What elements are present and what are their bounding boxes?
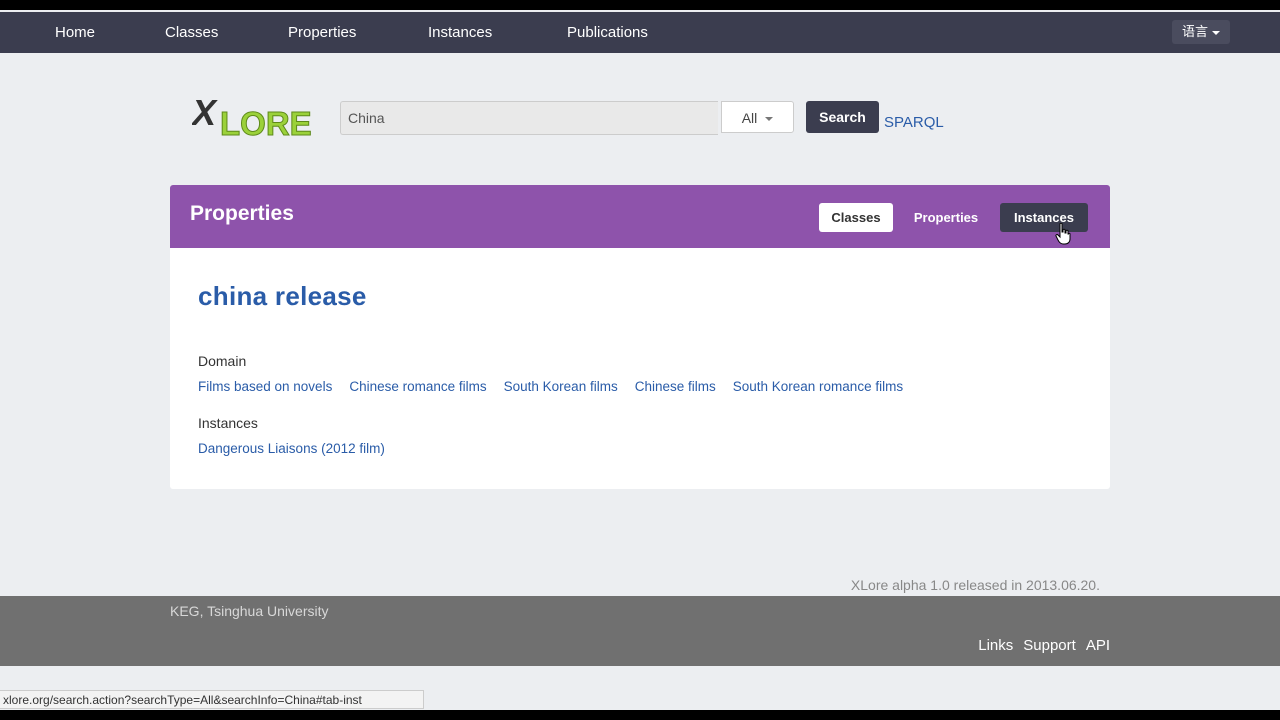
search-type-value: All <box>741 110 758 126</box>
property-panel: Properties Classes Properties Instances … <box>170 185 1110 489</box>
instance-links: Dangerous Liaisons (2012 film) <box>198 441 385 456</box>
domain-link[interactable]: Chinese films <box>635 379 716 394</box>
footer-link-links[interactable]: Links <box>978 637 1013 654</box>
footer-links: Links Support API <box>978 637 1110 654</box>
language-label: 语言 <box>1181 24 1208 39</box>
domain-link[interactable]: Films based on novels <box>198 379 332 394</box>
domain-link[interactable]: South Korean films <box>504 379 618 394</box>
logo-x: X <box>192 95 218 133</box>
nav-classes[interactable]: Classes <box>165 12 218 53</box>
tab-classes[interactable]: Classes <box>819 203 893 232</box>
domain-label: Domain <box>198 353 247 369</box>
property-name: china release <box>198 281 367 311</box>
release-note: XLore alpha 1.0 released in 2013.06.20. <box>850 577 1100 593</box>
xlore-logo[interactable]: X LORE <box>192 95 327 137</box>
search-input[interactable] <box>340 101 718 135</box>
nav-publications[interactable]: Publications <box>567 12 648 53</box>
search-type-select[interactable]: All <box>721 101 794 133</box>
instance-link[interactable]: Dangerous Liaisons (2012 film) <box>198 441 385 456</box>
language-dropdown[interactable]: 语言 <box>1171 20 1230 44</box>
nav-home[interactable]: Home <box>55 12 95 53</box>
chevron-down-icon <box>1212 30 1220 35</box>
panel-header: Properties Classes Properties Instances <box>170 185 1110 248</box>
window-top-edge <box>0 0 1280 10</box>
nav-properties[interactable]: Properties <box>288 12 356 53</box>
window-bottom-edge <box>0 710 1280 720</box>
top-navbar: Home Classes Properties Instances Public… <box>0 12 1280 53</box>
nav-instances[interactable]: Instances <box>428 12 492 53</box>
logo-lore: LORE <box>220 105 312 137</box>
search-button[interactable]: Search <box>806 101 879 133</box>
footer-link-support[interactable]: Support <box>1023 637 1076 654</box>
domain-link[interactable]: South Korean romance films <box>733 379 903 394</box>
tab-properties[interactable]: Properties <box>904 203 988 232</box>
domain-link[interactable]: Chinese romance films <box>349 379 486 394</box>
tab-instances[interactable]: Instances <box>1000 203 1088 232</box>
hand-cursor-icon <box>1055 223 1071 245</box>
sparql-link[interactable]: SPARQL <box>884 114 944 131</box>
footer-link-api[interactable]: API <box>1086 637 1110 654</box>
footer: KEG, Tsinghua University Links Support A… <box>0 596 1280 666</box>
instances-label: Instances <box>198 415 258 431</box>
footer-org: KEG, Tsinghua University <box>170 603 329 619</box>
panel-title: Properties <box>190 202 294 225</box>
chevron-down-icon <box>765 117 774 122</box>
domain-links: Films based on novels Chinese romance fi… <box>198 379 903 394</box>
browser-status-bar: xlore.org/search.action?searchType=All&s… <box>0 690 424 709</box>
